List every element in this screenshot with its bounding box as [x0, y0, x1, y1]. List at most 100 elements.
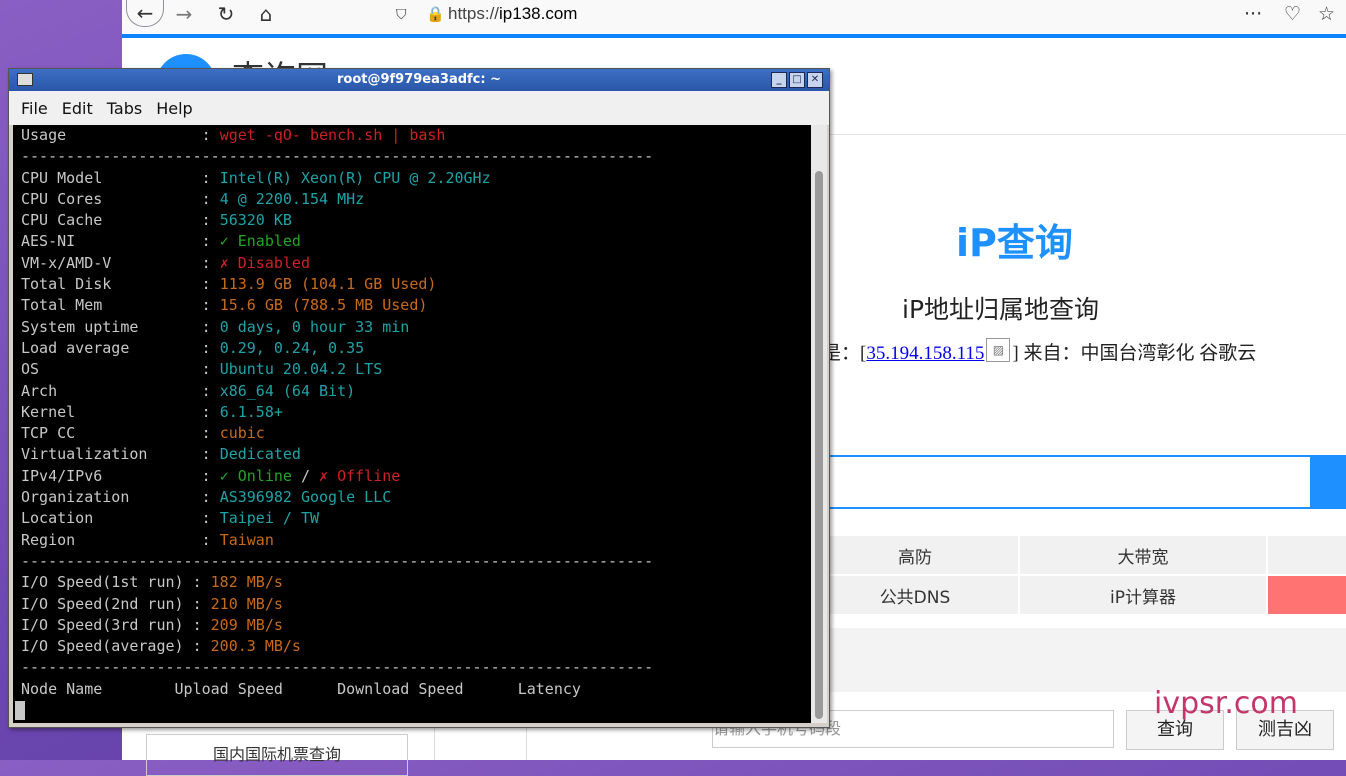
terminal-row: CPU Cache : 56320 KB	[13, 210, 811, 231]
info-value: x86_64 (64 Bit)	[219, 381, 356, 400]
forward-arrow-icon[interactable]: →	[170, 0, 198, 28]
info-value: Intel(R) Xeon(R) CPU @ 2.20GHz	[219, 168, 491, 187]
tool-ip-calculator[interactable]: iP计算器	[1020, 576, 1266, 614]
terminal-separator: ----------------------------------------…	[21, 551, 654, 570]
close-icon[interactable]: ✕	[807, 72, 823, 88]
info-key: System uptime	[21, 317, 202, 336]
info-value: ✓ Enabled	[219, 232, 301, 251]
star-icon[interactable]: ☆	[1318, 0, 1335, 28]
terminal-output[interactable]: Usage : wget -qO- bench.sh | bash -------…	[13, 125, 811, 723]
io-value: 209 MB/s	[210, 615, 283, 634]
ip-address-link[interactable]: 35.194.158.115	[866, 343, 984, 364]
info-value: 0.29, 0.24, 0.35	[219, 338, 365, 357]
info-colon: :	[201, 466, 220, 485]
flight-query-button[interactable]: 国内国际机票查询	[146, 734, 408, 776]
info-value: Dedicated	[219, 445, 301, 464]
broken-image-icon: ▨	[986, 338, 1011, 362]
info-value: AS396982 Google LLC	[219, 488, 392, 507]
info-key: OS	[21, 360, 202, 379]
info-colon: :	[201, 189, 220, 208]
info-colon: :	[201, 402, 220, 421]
info-colon: :	[201, 445, 220, 464]
terminal-separator: ----------------------------------------…	[21, 658, 654, 677]
info-value: Taiwan	[219, 530, 274, 549]
menu-file[interactable]: File	[21, 99, 48, 118]
info-sep: /	[291, 466, 320, 485]
browser-toolbar: ← → ↻ ⌂ ⛉ 🔒 https://ip138.com ··· ♡ ☆	[122, 0, 1346, 38]
back-arrow-icon[interactable]: ←	[126, 0, 164, 27]
home-icon[interactable]: ⌂	[252, 0, 280, 28]
info-value: 113.9 GB (104.1 GB Used)	[219, 275, 437, 294]
info-value: ✗ Disabled	[219, 253, 310, 272]
info-colon: :	[201, 424, 220, 443]
terminal-row: AES-NI : ✓ Enabled	[13, 231, 811, 252]
terminal-separator: ----------------------------------------…	[21, 147, 654, 166]
info-key: Organization	[21, 488, 202, 507]
info-colon: :	[201, 360, 220, 379]
info-key: CPU Cache	[21, 211, 202, 230]
terminal-row: Location : Taipei / TW	[13, 508, 811, 529]
terminal-row: IPv4/IPv6 : ✓ Online / ✗ Offline	[13, 466, 811, 487]
menu-edit[interactable]: Edit	[62, 99, 93, 118]
tool-blank-1[interactable]	[1268, 536, 1346, 574]
io-key: I/O Speed(1st run)	[21, 573, 193, 592]
terminal-row: Kernel : 6.1.58+	[13, 402, 811, 423]
info-key: AES-NI	[21, 232, 202, 251]
info-key: VM-x/AMD-V	[21, 253, 202, 272]
info-key: Total Disk	[21, 275, 202, 294]
more-icon[interactable]: ···	[1244, 0, 1262, 28]
terminal-row: Usage : wget -qO- bench.sh | bash	[13, 125, 811, 146]
terminal-row: VM-x/AMD-V : ✗ Disabled	[13, 253, 811, 274]
terminal-row: Total Disk : 113.9 GB (104.1 GB Used)	[13, 274, 811, 295]
io-key: I/O Speed(3rd run)	[21, 615, 193, 634]
ip-search-button[interactable]	[1310, 455, 1346, 509]
reload-icon[interactable]: ↻	[212, 0, 240, 28]
info-colon: :	[201, 381, 220, 400]
terminal-window[interactable]: root@9f979ea3adfc: ~ _ □ ✕ File Edit Tab…	[8, 68, 830, 728]
info-colon: :	[201, 211, 220, 230]
menu-help[interactable]: Help	[156, 99, 192, 118]
tool-public-dns[interactable]: 公共DNS	[812, 576, 1018, 614]
terminal-prompt-row	[13, 700, 811, 721]
terminal-row: I/O Speed(2nd run) : 210 MB/s	[13, 594, 811, 615]
pocket-icon[interactable]: ♡	[1284, 0, 1301, 28]
tracking-shield-icon[interactable]: ⛉	[396, 6, 416, 23]
terminal-row: Total Mem : 15.6 GB (788.5 MB Used)	[13, 295, 811, 316]
info-value: Ubuntu 20.04.2 LTS	[219, 360, 383, 379]
terminal-title: root@9f979ea3adfc: ~	[336, 72, 502, 87]
tool-red-tile[interactable]	[1268, 576, 1346, 614]
url-bar[interactable]: ⛉ 🔒 https://ip138.com	[388, 0, 1228, 28]
info-colon: :	[201, 509, 220, 528]
lock-icon[interactable]: 🔒	[426, 5, 448, 23]
ip-location: ] 来自：中国台湾彰化 谷歌云	[1012, 343, 1257, 364]
info-value: wget -qO- bench.sh | bash	[219, 126, 446, 144]
terminal-row: TCP CC : cubic	[13, 423, 811, 444]
hero-subtitle: iP地址归属地查询	[902, 295, 1100, 324]
io-colon: :	[192, 637, 211, 656]
terminal-row: Arch : x86_64 (64 Bit)	[13, 381, 811, 402]
terminal-titlebar[interactable]: root@9f979ea3adfc: ~ _ □ ✕	[9, 69, 829, 91]
info-key: CPU Model	[21, 168, 202, 187]
maximize-icon[interactable]: □	[789, 72, 805, 88]
info-value: 56320 KB	[219, 211, 292, 230]
info-value: 6.1.58+	[219, 402, 283, 421]
info-key: Total Mem	[21, 296, 202, 315]
io-colon: :	[192, 573, 211, 592]
info-colon: :	[201, 296, 220, 315]
io-value: 200.3 MB/s	[210, 637, 301, 656]
io-value: 182 MB/s	[210, 573, 283, 592]
terminal-row: I/O Speed(3rd run) : 209 MB/s	[13, 615, 811, 636]
tool-bandwidth[interactable]: 大带宽	[1020, 536, 1266, 574]
terminal-scrollbar[interactable]	[811, 125, 827, 723]
info-key: Location	[21, 509, 202, 528]
terminal-row: CPU Model : Intel(R) Xeon(R) CPU @ 2.20G…	[13, 168, 811, 189]
ip-search-input[interactable]	[812, 455, 1312, 509]
scrollbar-thumb[interactable]	[815, 171, 823, 719]
url-domain: ip138.com	[499, 4, 578, 23]
info-value: 4 @ 2200.154 MHz	[219, 189, 365, 208]
tool-gaofang[interactable]: 高防	[812, 536, 1018, 574]
minimize-icon[interactable]: _	[771, 72, 787, 88]
info-key: Arch	[21, 381, 202, 400]
menu-tabs[interactable]: Tabs	[107, 99, 142, 118]
info-colon: :	[201, 126, 220, 144]
